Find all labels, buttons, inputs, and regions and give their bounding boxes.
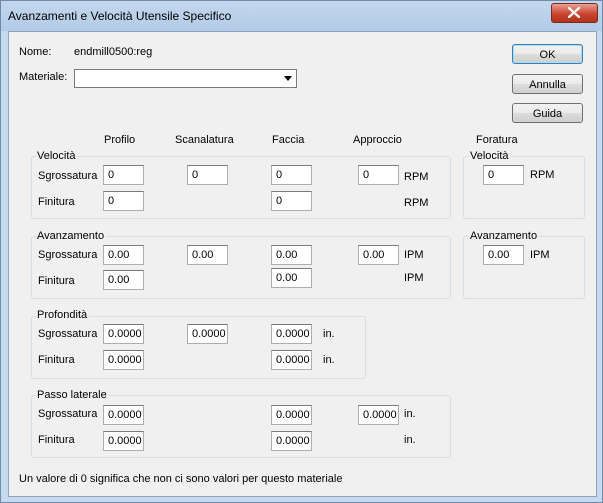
feed-roughing-face-input[interactable]: 0.00 — [271, 245, 312, 265]
window-title: Avanzamenti e Velocità Utensile Specific… — [8, 9, 232, 23]
feed-finishing-unit: IPM — [404, 272, 424, 284]
drill-speed-input[interactable]: 0 — [483, 165, 524, 185]
depth-roughing-slot-input[interactable]: 0.0000 — [187, 324, 228, 344]
speed-finishing-face-input[interactable]: 0 — [271, 191, 312, 211]
stepover-roughing-profile-input[interactable]: 0.0000 — [103, 405, 144, 425]
stepover-finishing-label: Finitura — [38, 434, 75, 446]
dialog-body: Nome: endmill0500:reg Materiale: OK Annu… — [8, 31, 597, 497]
stepover-finishing-face-input[interactable]: 0.0000 — [271, 431, 312, 451]
title-bar[interactable]: Avanzamenti e Velocità Utensile Specific… — [1, 1, 602, 31]
feed-finishing-profile-input[interactable]: 0.00 — [103, 270, 144, 290]
feed-finishing-label: Finitura — [38, 275, 75, 287]
drill-feed-input[interactable]: 0.00 — [483, 245, 524, 265]
feed-roughing-label: Sgrossatura — [38, 249, 98, 261]
drill-speed-group — [463, 156, 585, 219]
depth-roughing-label: Sgrossatura — [38, 328, 98, 340]
depth-finishing-face-input[interactable]: 0.0000 — [271, 350, 312, 370]
speed-roughing-unit: RPM — [404, 171, 429, 183]
speed-roughing-slot-input[interactable]: 0 — [187, 165, 228, 185]
speed-finishing-label: Finitura — [38, 196, 75, 208]
close-icon — [567, 7, 581, 18]
name-value: endmill0500:reg — [74, 46, 153, 58]
chevron-down-icon — [284, 76, 292, 81]
speed-finishing-unit: RPM — [404, 197, 429, 209]
speed-roughing-label: Sgrossatura — [38, 170, 98, 182]
column-foratura: Foratura — [476, 134, 518, 146]
speed-roughing-face-input[interactable]: 0 — [271, 165, 312, 185]
material-dropdown[interactable] — [74, 69, 297, 88]
depth-finishing-profile-input[interactable]: 0.0000 — [103, 350, 144, 370]
stepover-roughing-label: Sgrossatura — [38, 408, 98, 420]
ok-button[interactable]: OK — [512, 44, 583, 64]
stepover-finishing-profile-input[interactable]: 0.0000 — [103, 431, 144, 451]
speed-group-label: Velocità — [36, 150, 78, 162]
column-approccio: Approccio — [353, 134, 402, 146]
depth-roughing-unit: in. — [323, 328, 335, 340]
depth-finishing-unit: in. — [323, 354, 335, 366]
depth-finishing-label: Finitura — [38, 354, 75, 366]
close-button[interactable] — [551, 3, 598, 23]
depth-roughing-profile-input[interactable]: 0.0000 — [103, 324, 144, 344]
stepover-group-label: Passo laterale — [36, 389, 109, 401]
depth-roughing-face-input[interactable]: 0.0000 — [271, 324, 312, 344]
feed-roughing-unit: IPM — [404, 249, 424, 261]
drill-speed-unit: RPM — [530, 169, 555, 181]
drill-feed-unit: IPM — [530, 249, 550, 261]
column-profilo: Profilo — [104, 134, 136, 146]
column-scanalatura: Scanalatura — [175, 134, 234, 146]
column-faccia: Faccia — [272, 134, 305, 146]
name-label: Nome: — [19, 46, 52, 58]
stepover-roughing-face-input[interactable]: 0.0000 — [271, 405, 312, 425]
cancel-button[interactable]: Annulla — [512, 74, 583, 94]
feed-group-label: Avanzamento — [36, 230, 107, 242]
material-label: Materiale: — [19, 71, 68, 83]
feed-finishing-face-input[interactable]: 0.00 — [271, 268, 312, 288]
help-button[interactable]: Guida — [512, 103, 583, 123]
drill-speed-group-label: Velocità — [469, 150, 511, 162]
speed-finishing-profile-input[interactable]: 0 — [103, 191, 144, 211]
stepover-roughing-unit: in. — [404, 408, 416, 420]
drill-feed-group — [463, 236, 585, 299]
drill-feed-group-label: Avanzamento — [469, 230, 540, 242]
dialog-window: Avanzamenti e Velocità Utensile Specific… — [0, 0, 603, 503]
depth-group-label: Profondità — [36, 309, 90, 321]
stepover-finishing-unit: in. — [404, 434, 416, 446]
feed-roughing-slot-input[interactable]: 0.00 — [187, 245, 228, 265]
stepover-roughing-approach-input[interactable]: 0.0000 — [358, 405, 399, 425]
feed-roughing-approach-input[interactable]: 0.00 — [358, 245, 399, 265]
footer-note: Un valore di 0 significa che non ci sono… — [19, 473, 343, 485]
speed-roughing-profile-input[interactable]: 0 — [103, 165, 144, 185]
feed-roughing-profile-input[interactable]: 0.00 — [103, 245, 144, 265]
speed-roughing-approach-input[interactable]: 0 — [358, 165, 399, 185]
